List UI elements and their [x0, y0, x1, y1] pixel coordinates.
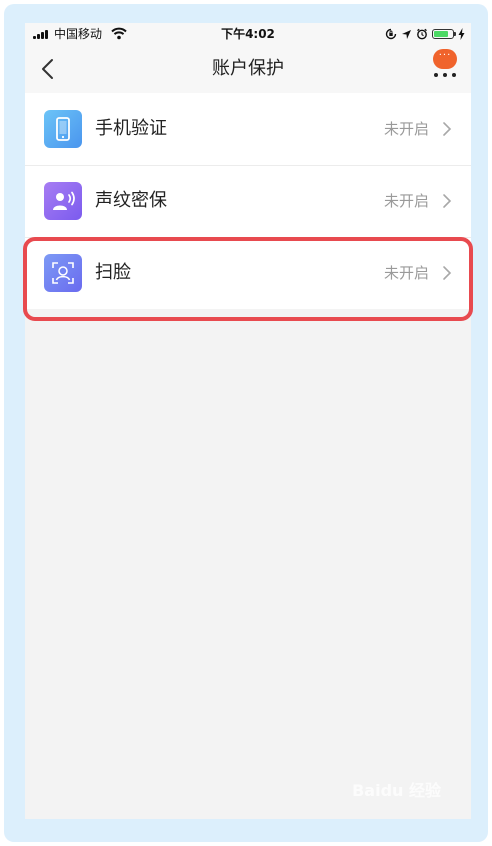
alarm-icon — [417, 28, 427, 40]
nav-bar: 账户保护 ··· — [25, 45, 471, 93]
status-bar: 中国移动 下午4:02 — [25, 23, 471, 45]
chevron-right-icon — [443, 194, 452, 208]
page-title: 账户保护 — [212, 58, 284, 79]
list-item-face-scan[interactable]: 扫脸 未开启 — [25, 237, 471, 309]
list-item-voiceprint[interactable]: 声纹密保 未开启 — [25, 165, 471, 237]
chevron-right-icon — [443, 266, 452, 280]
phone-screen: 中国移动 下午4:02 账户保护 ··· 手机验证 未开启 声纹密保 未开启 扫… — [25, 23, 471, 819]
charging-icon — [458, 28, 465, 40]
item-status: 未开启 — [383, 192, 429, 210]
item-status: 未开启 — [383, 264, 429, 282]
item-label: 声纹密保 — [95, 190, 167, 211]
location-icon — [402, 29, 411, 39]
battery-icon — [432, 29, 456, 39]
status-icons — [385, 27, 465, 41]
voiceprint-icon — [44, 182, 82, 220]
protection-list: 手机验证 未开启 声纹密保 未开启 扫脸 未开启 — [25, 93, 471, 309]
rotation-lock-icon — [385, 28, 397, 40]
watermark: Baidu 经验 — [352, 781, 441, 800]
chevron-right-icon — [443, 122, 452, 136]
phone-icon — [44, 110, 82, 148]
item-label: 扫脸 — [95, 262, 131, 283]
face-scan-icon — [44, 254, 82, 292]
battery-fill — [434, 31, 448, 37]
list-item-phone-verify[interactable]: 手机验证 未开启 — [25, 93, 471, 165]
more-icon — [434, 73, 458, 79]
item-status: 未开启 — [383, 120, 429, 138]
item-label: 手机验证 — [95, 118, 167, 139]
chat-badge: ··· — [433, 49, 457, 69]
more-button[interactable]: ··· — [431, 49, 461, 89]
